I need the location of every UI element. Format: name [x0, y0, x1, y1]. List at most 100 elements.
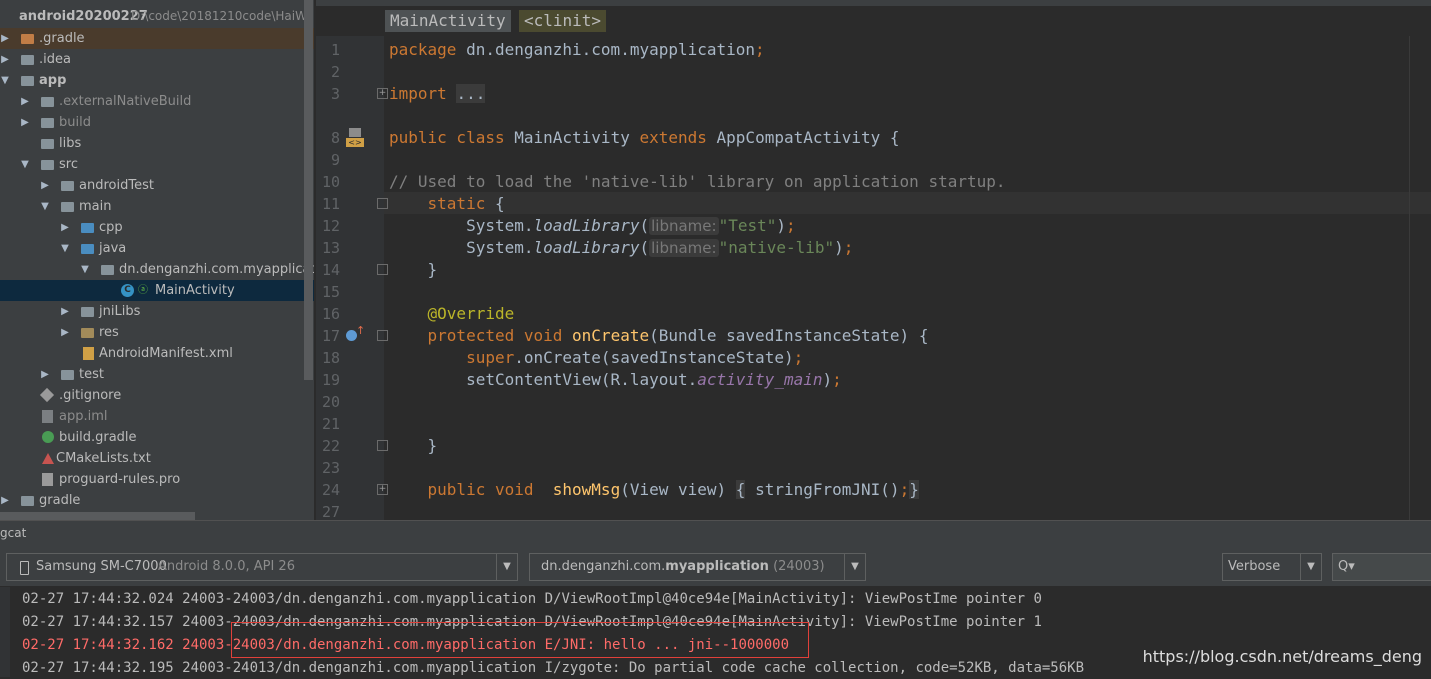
fold-end-icon[interactable] [377, 440, 388, 451]
fold-collapse-icon[interactable] [377, 330, 388, 341]
code-line-16[interactable]: @Override [389, 303, 515, 325]
tree-item-proguard[interactable]: proguard-rules.pro [0, 469, 314, 490]
collapse-arrow-icon[interactable]: ▼ [40, 196, 50, 217]
horizontal-scrollbar[interactable] [0, 512, 195, 520]
tree-item-label: CMakeLists.txt [56, 451, 151, 466]
code-line-14[interactable]: } [389, 259, 438, 281]
tree-item-package[interactable]: ▼ dn.denganzhi.com.myapplication [0, 259, 314, 280]
tree-item-build[interactable]: ▶ build [0, 112, 314, 133]
keyword: extends [639, 128, 717, 147]
fold-end-icon[interactable] [377, 264, 388, 275]
layout-preview-icon[interactable]: <> [346, 128, 366, 148]
tree-item-libs[interactable]: libs [0, 133, 314, 154]
tree-item-cmakelists[interactable]: CMakeLists.txt [0, 448, 314, 469]
tree-item-app[interactable]: ▼ app [0, 70, 314, 91]
tree-item-test[interactable]: ▶ test [0, 364, 314, 385]
tree-item-java[interactable]: ▼ java [0, 238, 314, 259]
tree-item-label: java [99, 241, 127, 256]
tree-item-label: build [59, 115, 91, 130]
collapse-arrow-icon[interactable]: ▼ [80, 259, 90, 280]
folded-brace[interactable]: { [735, 480, 746, 499]
expand-arrow-icon[interactable]: ▶ [20, 91, 30, 112]
code-line-17[interactable]: protected void onCreate(Bundle savedInst… [389, 325, 929, 347]
tree-item-gitignore[interactable]: .gitignore [0, 385, 314, 406]
folded-brace[interactable]: } [909, 480, 919, 499]
tree-item-res[interactable]: ▶ res [0, 322, 314, 343]
tree-item-idea[interactable]: ▶ .idea [0, 49, 314, 70]
tree-item-appiml[interactable]: app.iml [0, 406, 314, 427]
tree-item-label: app [39, 73, 67, 88]
tree-item-label: .idea [39, 52, 71, 67]
log-level-selector[interactable]: Verbose ▼ [1222, 553, 1322, 581]
line-number: 9 [330, 151, 340, 169]
code-line-22[interactable]: } [389, 435, 438, 457]
expand-arrow-icon[interactable]: ▶ [60, 217, 70, 238]
line-number: 11 [321, 195, 340, 213]
code-line-18[interactable]: super.onCreate(savedInstanceState); [389, 347, 803, 369]
folder-icon [41, 118, 54, 128]
line-number: 18 [321, 349, 340, 367]
tree-item-buildgradle[interactable]: build.gradle [0, 427, 314, 448]
collapse-arrow-icon[interactable]: ▼ [0, 70, 10, 91]
search-icon[interactable]: Q▾ [1338, 554, 1355, 580]
dropdown-arrow-icon[interactable]: ▼ [1300, 554, 1321, 580]
code-line-8[interactable]: public class MainActivity extends AppCom… [389, 127, 900, 149]
editor-tab-strip[interactable] [316, 0, 1431, 6]
expand-arrow-icon[interactable]: ▶ [40, 175, 50, 196]
tree-item-mainactivity[interactable]: C ⓐ MainActivity [0, 280, 314, 301]
tree-item-main[interactable]: ▼ main [0, 196, 314, 217]
expand-arrow-icon[interactable]: ▶ [0, 490, 10, 511]
line-number: 16 [321, 305, 340, 323]
code-line-3[interactable]: import ... [389, 83, 486, 105]
code-line-13[interactable]: System.loadLibrary(libname: "native-lib")… [389, 237, 853, 259]
expand-arrow-icon[interactable]: ▶ [0, 49, 10, 70]
expand-arrow-icon[interactable]: ▶ [60, 322, 70, 343]
folded-imports[interactable]: ... [456, 84, 486, 103]
dropdown-arrow-icon[interactable]: ▼ [844, 554, 865, 580]
right-margin-guide [1409, 36, 1410, 520]
tree-item-externalnativebuild[interactable]: ▶ .externalNativeBuild [0, 91, 314, 112]
paren: ) [776, 216, 786, 235]
tree-item-manifest[interactable]: AndroidManifest.xml [0, 343, 314, 364]
fold-expand-icon[interactable]: + [377, 484, 388, 495]
expand-arrow-icon[interactable]: ▶ [0, 28, 10, 49]
code-line-19[interactable]: setContentView(R.layout.activity_main); [389, 369, 842, 391]
fold-expand-icon[interactable]: + [377, 88, 388, 99]
tree-item-jnilibs[interactable]: ▶ jniLibs [0, 301, 314, 322]
tree-item-src[interactable]: ▼ src [0, 154, 314, 175]
class-ref: System. [466, 238, 534, 257]
code-line-1[interactable]: package dn.denganzhi.com.myapplication; [389, 39, 765, 61]
search-input[interactable]: Q▾ [1332, 553, 1431, 581]
annotation: @Override [427, 304, 515, 323]
fold-collapse-icon[interactable] [377, 198, 388, 209]
code-line-12[interactable]: System.loadLibrary(libname: "Test"); [389, 215, 796, 237]
git-file-icon [39, 387, 55, 403]
package-name: dn.denganzhi.com.myapplication [466, 40, 756, 59]
tree-root[interactable]: android20200227 D:\code\20181210code\Hai… [0, 6, 314, 27]
code-line-11[interactable]: static { [389, 193, 505, 215]
expand-arrow-icon[interactable]: ▶ [20, 112, 30, 133]
code-line-24[interactable]: public void showMsg(View view) { stringF… [389, 479, 919, 501]
process-selector[interactable]: dn.denganzhi.com.myapplication (24003) ▼ [529, 553, 866, 581]
breadcrumb-class[interactable]: MainActivity [385, 10, 511, 32]
tree-item-label: test [79, 367, 104, 382]
tree-item-gradle-dir[interactable]: ▶ .gradle [0, 28, 314, 49]
line-number: 13 [321, 239, 340, 257]
process-name: dn.denganzhi.com.myapplication (24003) [541, 554, 825, 580]
device-selector[interactable]: Samsung SM-C7000 Android 8.0.0, API 26 ▼ [6, 553, 518, 581]
log-line[interactable]: 02-27 17:44:32.024 24003-24003/dn.dengan… [22, 588, 1042, 610]
vertical-scrollbar[interactable] [304, 0, 313, 380]
collapse-arrow-icon[interactable]: ▼ [60, 238, 70, 259]
breadcrumb-method[interactable]: <clinit> [519, 10, 607, 32]
code-line-10[interactable]: // Used to load the 'native-lib' library… [389, 171, 1006, 193]
log-line[interactable]: 02-27 17:44:32.195 24003-24013/dn.dengan… [22, 657, 1084, 679]
collapse-arrow-icon[interactable]: ▼ [20, 154, 30, 175]
resource-folder-icon [81, 328, 94, 338]
dropdown-arrow-icon[interactable]: ▼ [496, 554, 517, 580]
tree-item-gradle[interactable]: ▶ gradle [0, 490, 314, 511]
expand-arrow-icon[interactable]: ▶ [40, 364, 50, 385]
tree-item-cpp[interactable]: ▶ cpp [0, 217, 314, 238]
tree-item-androidtest[interactable]: ▶ androidTest [0, 175, 314, 196]
expand-arrow-icon[interactable]: ▶ [60, 301, 70, 322]
